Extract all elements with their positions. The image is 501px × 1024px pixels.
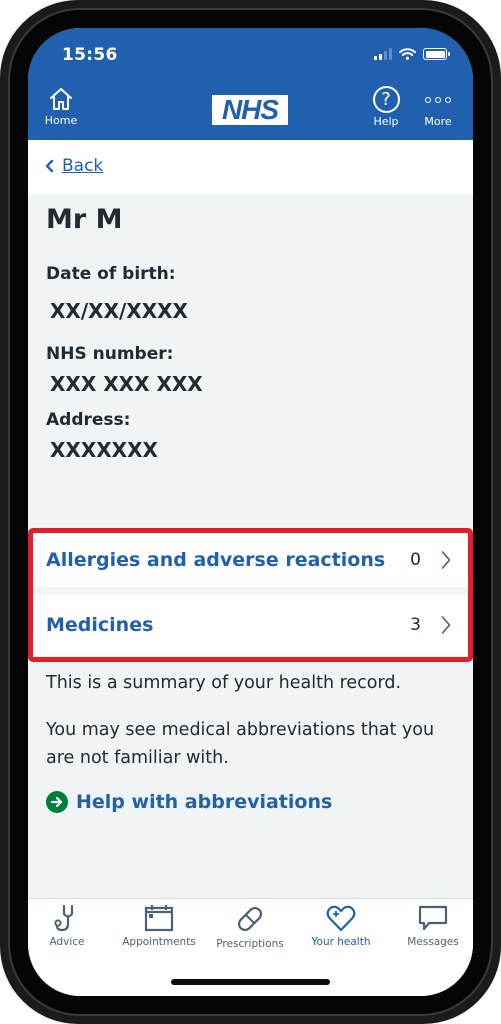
home-label: Home: [44, 114, 78, 127]
nhs-number-label: NHS number:: [46, 344, 174, 364]
tab-messages-label: Messages: [407, 936, 459, 948]
nhs-logo: NHS: [212, 95, 288, 125]
chevron-right-icon: [441, 616, 451, 634]
allergies-title: Allergies and adverse reactions: [46, 549, 386, 571]
tab-appointments-label: Appointments: [122, 936, 196, 948]
tab-your-health-label: Your health: [311, 936, 371, 948]
speech-bubble-icon: [418, 905, 448, 931]
home-indicator[interactable]: [171, 979, 330, 985]
more-icon: [420, 86, 456, 113]
address-label: Address:: [46, 410, 131, 430]
battery-icon: [423, 48, 450, 60]
allergies-count: 0: [410, 550, 421, 570]
chevron-left-icon: [45, 159, 54, 173]
phone-frame: 15:56 Home NHS ? Help More Back Mr M Dat…: [0, 0, 501, 1024]
nhs-number-value: XXX XXX XXX: [50, 372, 203, 396]
help-abbreviations-link[interactable]: Help with abbreviations: [46, 791, 332, 813]
summary-text: This is a summary of your health record.: [46, 673, 402, 693]
tab-appointments[interactable]: Appointments: [114, 903, 204, 948]
back-bar: Back: [28, 140, 473, 194]
medicines-row[interactable]: Medicines 3: [32, 594, 469, 656]
tab-advice-label: Advice: [49, 936, 85, 948]
help-icon: ?: [372, 86, 400, 113]
more-label: More: [424, 115, 452, 128]
help-abbreviations-label: Help with abbreviations: [76, 791, 333, 813]
tab-prescriptions[interactable]: Prescriptions: [205, 903, 295, 950]
arrow-right-circle-icon: [46, 791, 68, 813]
allergies-row[interactable]: Allergies and adverse reactions 0: [32, 533, 469, 587]
screen: 15:56 Home NHS ? Help More Back Mr M Dat…: [28, 28, 473, 996]
pill-icon: [237, 906, 263, 932]
app-header: 15:56 Home NHS ? Help More: [28, 28, 473, 140]
medicines-count: 3: [410, 615, 421, 635]
stethoscope-icon: [54, 904, 74, 932]
back-label: Back: [62, 156, 104, 176]
status-time: 15:56: [62, 45, 118, 65]
calendar-icon: [144, 905, 174, 932]
abbreviations-text: You may see medical abbreviations that y…: [46, 720, 435, 768]
wifi-icon: [399, 48, 416, 60]
back-link[interactable]: Back: [45, 156, 103, 176]
home-icon: [50, 88, 72, 110]
more-button[interactable]: More: [420, 86, 456, 128]
status-icons: [374, 48, 450, 60]
help-label: Help: [373, 115, 399, 128]
dob-label: Date of birth:: [46, 264, 176, 284]
medicines-title: Medicines: [46, 614, 154, 636]
tab-your-health[interactable]: Your health: [296, 903, 386, 948]
home-button[interactable]: Home: [43, 86, 79, 127]
dob-value: XX/XX/XXXX: [50, 299, 188, 323]
chevron-right-icon: [441, 551, 451, 569]
heart-plus-icon: [326, 905, 356, 932]
signal-icon: [374, 48, 392, 60]
tab-advice[interactable]: Advice: [28, 903, 112, 948]
help-button[interactable]: ? Help: [368, 86, 404, 128]
tab-prescriptions-label: Prescriptions: [216, 938, 284, 950]
patient-name: Mr M: [46, 204, 123, 235]
address-value: XXXXXXX: [50, 438, 158, 462]
tab-messages[interactable]: Messages: [388, 903, 473, 948]
